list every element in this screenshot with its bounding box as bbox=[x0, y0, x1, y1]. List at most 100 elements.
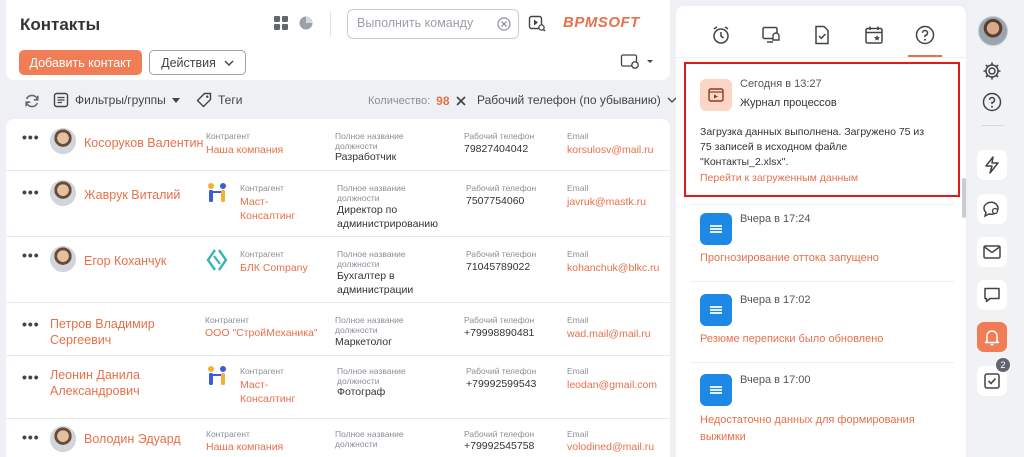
account-value[interactable]: БЛК Company bbox=[240, 262, 308, 276]
email-value[interactable]: korsulosv@mail.ru bbox=[567, 144, 654, 158]
contact-row[interactable]: ••• Косоруков Валентин Контрагент Наша к… bbox=[6, 119, 670, 171]
chart-view-icon[interactable] bbox=[299, 16, 313, 30]
phone-value[interactable]: 71045789022 bbox=[466, 261, 530, 275]
sort-selector[interactable]: Рабочий телефон (по убыванию) bbox=[477, 93, 677, 107]
user-avatar[interactable] bbox=[978, 16, 1008, 46]
row-menu-icon[interactable]: ••• bbox=[22, 369, 40, 385]
sidebar-item-chat[interactable] bbox=[977, 280, 1007, 310]
contact-avatar bbox=[50, 180, 76, 206]
job-title-label: Полное название должности bbox=[335, 131, 404, 151]
alarm-clock-icon[interactable] bbox=[711, 25, 731, 45]
row-menu-icon[interactable]: ••• bbox=[22, 316, 40, 332]
filters-label: Фильтры/группы bbox=[75, 93, 166, 107]
notification-divider bbox=[690, 362, 954, 363]
account-label: Контрагент bbox=[240, 249, 284, 259]
email-value[interactable]: wad.mail@mail.ru bbox=[567, 328, 651, 342]
job-title-label: Полное название должности bbox=[337, 183, 406, 203]
row-menu-icon[interactable]: ••• bbox=[22, 429, 40, 445]
go-to-loaded-data-link[interactable]: Перейти к загруженным данным bbox=[700, 172, 858, 184]
command-input[interactable] bbox=[357, 16, 497, 30]
row-menu-icon[interactable]: ••• bbox=[22, 184, 40, 200]
scrollbar[interactable] bbox=[962, 178, 966, 218]
calendar-star-icon[interactable] bbox=[864, 25, 884, 45]
command-box bbox=[347, 9, 519, 39]
filters-groups-button[interactable]: Фильтры/группы bbox=[53, 92, 180, 108]
grid-view-icon[interactable] bbox=[274, 16, 288, 30]
clear-icon[interactable] bbox=[497, 17, 511, 31]
actions-label: Действия bbox=[161, 55, 216, 70]
run-command-icon[interactable] bbox=[528, 14, 546, 32]
contact-name[interactable]: Петров Владимир Сергеевич bbox=[50, 316, 160, 348]
sidebar-item-chat-search[interactable] bbox=[977, 194, 1007, 224]
account-value[interactable]: ООО "СтройМеханика" bbox=[205, 327, 318, 341]
email-value[interactable]: kohanchuk@blkc.ru bbox=[567, 262, 659, 276]
phone-value[interactable]: 79827404042 bbox=[464, 143, 528, 157]
account-value[interactable]: Наша компания bbox=[206, 144, 283, 158]
sidebar-item-lightning[interactable] bbox=[977, 150, 1007, 180]
clear-count-icon[interactable] bbox=[455, 96, 466, 106]
phone-value[interactable]: +79992545758 bbox=[464, 440, 534, 454]
doc-check-icon[interactable] bbox=[812, 25, 832, 45]
actions-button[interactable]: Действия bbox=[149, 50, 246, 75]
row-menu-icon[interactable]: ••• bbox=[22, 129, 40, 145]
contact-row[interactable]: ••• Жаврук Виталий Контрагент Маст-Конса… bbox=[6, 171, 670, 237]
notification-link[interactable]: Прогнозирование оттока запущено bbox=[700, 250, 940, 267]
mail-icon bbox=[983, 245, 1001, 259]
view-settings-icon[interactable] bbox=[620, 53, 656, 71]
phone-label: Рабочий телефон bbox=[464, 429, 535, 439]
phone-label: Рабочий телефон bbox=[464, 315, 535, 325]
notification-time: Вчера в 17:00 bbox=[740, 374, 811, 386]
contact-name[interactable]: Жаврук Виталий bbox=[84, 187, 180, 203]
chevron-down-icon bbox=[224, 60, 234, 66]
row-menu-icon[interactable]: ••• bbox=[22, 247, 40, 263]
email-value[interactable]: volodined@mail.ru bbox=[567, 441, 654, 455]
notification-divider bbox=[690, 204, 954, 205]
contact-row[interactable]: ••• Петров Владимир Сергеевич Контрагент… bbox=[6, 303, 670, 356]
contact-row[interactable]: ••• Егор Коханчук Контрагент БЛК Company… bbox=[6, 237, 670, 303]
account-label: Контрагент bbox=[240, 366, 284, 376]
phone-value[interactable]: 7507754060 bbox=[466, 195, 524, 209]
header-divider bbox=[330, 11, 331, 37]
notification-link[interactable]: Недостаточно данных для формирования выж… bbox=[700, 412, 940, 446]
job-title-value: Разработчик bbox=[335, 151, 397, 163]
help-icon[interactable] bbox=[982, 92, 1002, 112]
contact-name[interactable]: Володин Эдуард bbox=[84, 431, 181, 447]
email-label: Email bbox=[567, 183, 589, 193]
account-value[interactable]: Маст-Консалтинг bbox=[240, 196, 310, 223]
email-value[interactable]: javruk@mastk.ru bbox=[567, 196, 646, 210]
gear-icon[interactable] bbox=[982, 61, 1002, 81]
notification-title: Журнал процессов bbox=[740, 97, 837, 109]
phone-value[interactable]: +79998890481 bbox=[464, 327, 534, 341]
add-contact-button[interactable]: Добавить контакт bbox=[19, 50, 142, 75]
contact-name[interactable]: Косоруков Валентин bbox=[84, 135, 203, 151]
account-label: Контрагент bbox=[206, 429, 250, 439]
process-log-icon bbox=[708, 88, 724, 102]
contact-row[interactable]: ••• Леонин Данила Александрович Контраге… bbox=[6, 356, 670, 419]
sidebar-divider bbox=[982, 125, 1004, 126]
notification-link[interactable]: Резюме переписки было обновлено bbox=[700, 331, 940, 348]
people-logo-icon bbox=[208, 183, 226, 202]
contact-name[interactable]: Леонин Данила Александрович bbox=[50, 367, 160, 399]
phone-value[interactable]: +79992599543 bbox=[466, 378, 536, 392]
contact-row[interactable]: ••• Володин Эдуард Контрагент Наша компа… bbox=[6, 419, 670, 457]
job-title-value: Бухгалтер в администрации bbox=[337, 270, 414, 296]
caret-down-icon bbox=[171, 97, 180, 103]
bpmsoft-logo: BPMSOFT bbox=[563, 14, 640, 31]
contact-name[interactable]: Егор Коханчук bbox=[84, 253, 166, 269]
sidebar-item-notifications[interactable] bbox=[977, 322, 1007, 352]
device-bell-icon[interactable] bbox=[761, 25, 781, 45]
account-value[interactable]: Наша компания bbox=[206, 441, 283, 455]
notification-text: Загрузка данных выполнена. Загружено 75 … bbox=[700, 126, 925, 168]
email-value[interactable]: leodan@gmail.com bbox=[567, 379, 657, 393]
job-title-label: Полное название должности bbox=[335, 429, 404, 449]
sidebar-item-mail[interactable] bbox=[977, 237, 1007, 267]
tags-button[interactable]: Теги bbox=[196, 92, 242, 108]
message-lines-icon bbox=[710, 306, 722, 314]
refresh-icon[interactable] bbox=[24, 93, 40, 109]
account-label: Контрагент bbox=[206, 131, 250, 141]
help-icon[interactable] bbox=[915, 25, 935, 45]
account-value[interactable]: Маст-Консалтинг bbox=[240, 379, 310, 406]
notification-badge bbox=[700, 294, 732, 326]
notification-time: Вчера в 17:24 bbox=[740, 213, 811, 225]
record-count: Количество: 98 bbox=[368, 94, 466, 108]
